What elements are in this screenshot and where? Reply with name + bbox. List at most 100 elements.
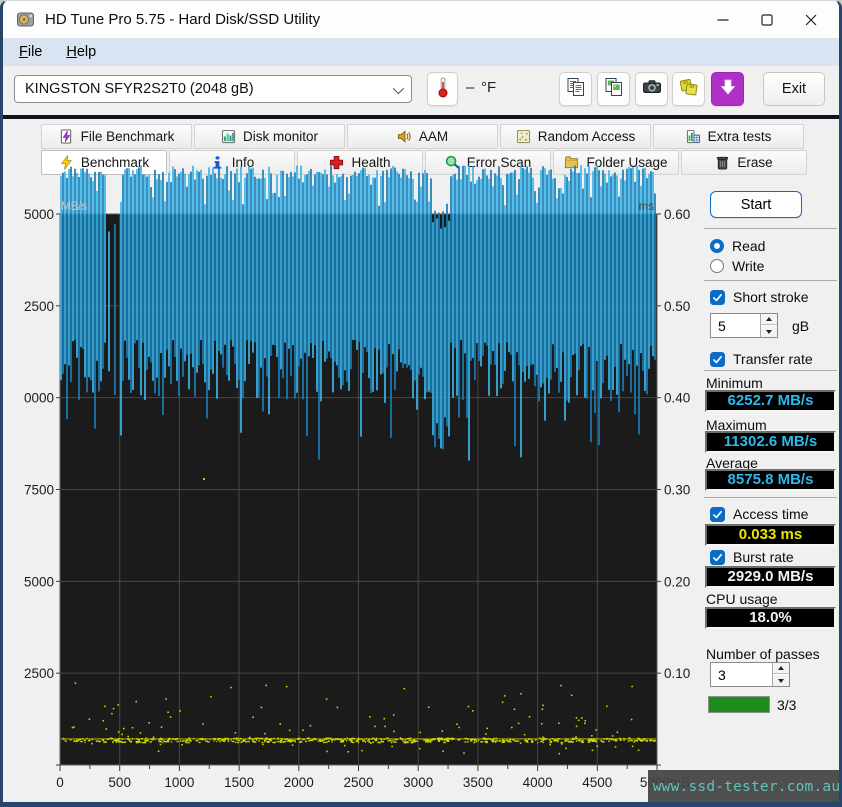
x-tick: 2500 xyxy=(343,775,373,790)
x-tick: 4500 xyxy=(582,775,612,790)
title-bar: HD Tune Pro 5.75 - Hard Disk/SSD Utility xyxy=(3,1,839,38)
burst-rate-label: Burst rate xyxy=(733,549,794,565)
random-access-icon xyxy=(516,129,531,144)
checkbox-checked-icon xyxy=(710,506,725,522)
tab-health[interactable]: Health xyxy=(297,150,423,175)
minimize-button[interactable] xyxy=(701,1,745,38)
tab-label: Error Scan xyxy=(466,155,532,170)
y-left-tick: 2500 xyxy=(24,666,54,681)
y-left-tick: 5000 xyxy=(24,207,54,222)
short-stroke-size-input[interactable] xyxy=(711,314,757,337)
tab-erase[interactable]: Erase xyxy=(681,150,807,175)
spin-down-button[interactable] xyxy=(773,675,789,686)
copy-text-button[interactable] xyxy=(559,72,592,106)
thermometer-icon xyxy=(435,76,451,103)
passes-input[interactable] xyxy=(711,663,769,686)
passes-label: Number of passes xyxy=(706,646,820,662)
maximum-value: 11302.6 MB/s xyxy=(705,431,836,453)
access-time-label: Access time xyxy=(733,506,809,522)
cpu-usage-label: CPU usage xyxy=(706,591,778,607)
close-button[interactable] xyxy=(789,1,833,38)
window-title: HD Tune Pro 5.75 - Hard Disk/SSD Utility xyxy=(45,11,321,28)
benchmark-chart: 5000250000007500500025000.600.500.400.30… xyxy=(24,165,690,790)
short-stroke-unit: gB xyxy=(792,318,810,334)
tab-random-access[interactable]: Random Access xyxy=(500,124,651,149)
short-stroke-label: Short stroke xyxy=(733,289,809,305)
save-results-button[interactable] xyxy=(672,72,705,106)
start-button[interactable]: Start xyxy=(710,191,802,218)
tab-aam[interactable]: AAM xyxy=(347,124,498,149)
hdtune-window: HD Tune Pro 5.75 - Hard Disk/SSD Utility… xyxy=(0,0,842,807)
trash-icon xyxy=(715,155,730,170)
separator xyxy=(704,370,837,371)
menu-item-file[interactable]: File xyxy=(7,41,54,63)
cpu-usage-value: 18.0% xyxy=(705,607,836,629)
download-button[interactable] xyxy=(711,72,744,106)
temperature-button[interactable] xyxy=(427,72,458,106)
tab-info[interactable]: Info xyxy=(169,150,295,175)
spin-up-button[interactable] xyxy=(773,663,789,674)
access-time-checkbox[interactable]: Access time xyxy=(710,506,808,522)
tab-disk-monitor[interactable]: Disk monitor xyxy=(194,124,345,149)
y-right-tick: 0.40 xyxy=(664,391,690,406)
extra-tests-icon xyxy=(686,129,701,144)
drive-selector[interactable]: KINGSTON SFYR2S2T0 (2048 gB) xyxy=(14,75,412,103)
short-stroke-checkbox[interactable]: Short stroke xyxy=(710,289,808,305)
menu-item-help[interactable]: Help xyxy=(54,41,108,63)
spin-up-button[interactable] xyxy=(761,314,777,325)
tab-benchmark[interactable]: Benchmark xyxy=(41,150,167,175)
x-tick: 500 xyxy=(108,775,131,790)
x-tick: 3500 xyxy=(463,775,493,790)
watermark-text: www.ssd-tester.com.au xyxy=(652,779,841,795)
x-tick: 2000 xyxy=(284,775,314,790)
y-left-tick: 2500 xyxy=(24,299,54,314)
minimum-label: Minimum xyxy=(706,375,763,391)
triangle-down-icon xyxy=(766,329,772,334)
y-right-tick: 0.20 xyxy=(664,574,690,589)
tab-error-scan[interactable]: Error Scan xyxy=(425,150,551,175)
left-axis-unit: MB/s xyxy=(61,201,87,213)
transfer-rate-label: Transfer rate xyxy=(733,351,813,367)
exit-button[interactable]: Exit xyxy=(763,72,825,106)
read-radio-label: Read xyxy=(732,238,766,254)
disks-icon xyxy=(678,76,700,103)
transfer-rate-checkbox[interactable]: Transfer rate xyxy=(710,351,813,367)
access-time-value: 0.033 ms xyxy=(705,524,836,546)
maximize-button[interactable] xyxy=(745,1,789,38)
read-radio[interactable]: Read xyxy=(710,238,765,254)
x-tick: 0 xyxy=(56,775,64,790)
passes-stepper[interactable] xyxy=(710,662,790,687)
right-axis-unit: ms xyxy=(639,201,655,213)
triangle-up-icon xyxy=(778,666,784,670)
tab-label: AAM xyxy=(418,129,449,144)
magnifier-icon xyxy=(445,155,460,170)
y-left-tick: 5000 xyxy=(24,574,54,589)
write-radio[interactable]: Write xyxy=(710,258,764,274)
burst-rate-value: 2929.0 MB/s xyxy=(705,566,836,588)
copy-image-button[interactable] xyxy=(597,72,630,106)
disk-monitor-icon xyxy=(221,129,236,144)
y-right-tick: 0.10 xyxy=(664,666,690,681)
tab-folder-usage[interactable]: Folder Usage xyxy=(553,150,679,175)
tab-row-1: File Benchmark Disk monitor AAM Random Acce… xyxy=(41,124,806,149)
tab-extra-tests[interactable]: Extra tests xyxy=(653,124,804,149)
x-tick: 1500 xyxy=(224,775,254,790)
separator xyxy=(704,228,837,229)
x-tick: 1000 xyxy=(164,775,194,790)
triangle-down-icon xyxy=(778,678,784,683)
checkbox-checked-icon xyxy=(710,549,725,565)
tab-file-benchmark[interactable]: File Benchmark xyxy=(41,124,192,149)
copy-image-icon xyxy=(603,76,625,103)
screenshot-button[interactable] xyxy=(635,72,668,106)
spin-down-button[interactable] xyxy=(761,326,777,337)
info-icon xyxy=(210,155,225,170)
chevron-down-icon xyxy=(392,82,405,95)
pass-progress-bar xyxy=(708,696,770,713)
tab-label: Health xyxy=(351,155,391,170)
short-stroke-size-stepper[interactable] xyxy=(710,313,778,338)
tab-label: File Benchmark xyxy=(80,129,175,144)
temperature-unit: °F xyxy=(481,79,497,96)
tab-label: Erase xyxy=(737,155,773,170)
tab-row-2: Benchmark Info Health Error Scan Folder Usag… xyxy=(41,150,809,175)
burst-rate-checkbox[interactable]: Burst rate xyxy=(710,549,794,565)
